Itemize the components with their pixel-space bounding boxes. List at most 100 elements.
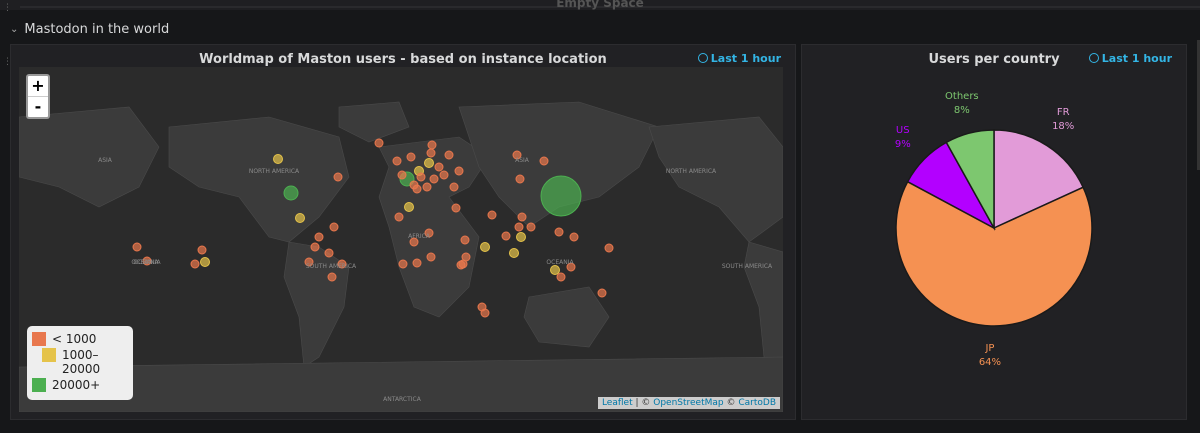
map-marker-orange: [422, 182, 432, 192]
map-marker-orange: [539, 156, 549, 166]
map-marker-yellow: [295, 213, 305, 223]
map-marker-orange: [327, 272, 337, 282]
map-marker-orange: [190, 259, 200, 269]
map-legend: < 1000 1000–20000 20000+: [27, 326, 133, 400]
map-marker-orange: [333, 172, 343, 182]
pie-label-others: Others 8%: [932, 90, 992, 118]
map-region-label: OCEANIA: [546, 259, 574, 266]
map-marker-orange: [604, 243, 614, 253]
map-marker-orange: [398, 259, 408, 269]
greenland-shape: [338, 101, 410, 143]
map-attribution: Leaflet | © OpenStreetMap © CartoDB: [597, 397, 780, 409]
map-marker-green: [540, 175, 582, 217]
map-marker-orange: [556, 272, 566, 282]
world-map[interactable]: ASIA NORTH AMERICA OCEANIA SOUTH AMERICA…: [19, 67, 783, 412]
drag-handle-icon[interactable]: ⋮: [3, 4, 12, 13]
map-marker-orange: [427, 140, 437, 150]
openstreetmap-link[interactable]: OpenStreetMap: [653, 398, 723, 408]
legend-label: 20000+: [52, 378, 101, 392]
north-america-right-shape: [648, 116, 783, 243]
north-america-left-shape: [168, 116, 350, 243]
pie-label-name: US: [895, 125, 910, 137]
map-region-label: NORTH AMERICA: [666, 168, 717, 175]
map-marker-yellow: [550, 265, 560, 275]
map-region-label: NORTH AMERICA: [249, 168, 300, 175]
map-marker-orange: [406, 152, 416, 162]
map-marker-orange: [597, 288, 607, 298]
leaflet-link[interactable]: Leaflet: [602, 398, 633, 408]
australia-shape: [523, 286, 610, 348]
map-marker-yellow: [200, 257, 210, 267]
map-marker-orange: [324, 248, 334, 258]
map-marker-orange: [569, 232, 579, 242]
map-marker-orange: [412, 184, 422, 194]
legend-item: 1000–20000: [32, 348, 128, 376]
map-marker-orange: [310, 242, 320, 252]
map-marker-orange: [397, 170, 407, 180]
legend-swatch-green: [32, 378, 46, 392]
pie-label-name: FR: [1056, 107, 1070, 119]
map-marker-orange: [456, 260, 466, 270]
row-title: Mastodon in the world: [24, 22, 170, 37]
zoom-out-button[interactable]: -: [28, 96, 48, 117]
map-marker-orange: [515, 174, 525, 184]
map-marker-yellow: [273, 154, 283, 164]
zoom-control: + -: [26, 74, 50, 119]
row-header[interactable]: ⌄ Mastodon in the world: [10, 22, 169, 37]
map-marker-yellow: [480, 242, 490, 252]
map-marker-yellow: [404, 202, 414, 212]
south-america-right-shape: [743, 241, 783, 368]
drag-handle-icon[interactable]: ⋮: [3, 58, 12, 67]
map-region-label: ANTARCTICA: [383, 396, 422, 403]
time-range-badge[interactable]: Last 1 hour: [697, 52, 781, 65]
legend-swatch-yellow: [42, 348, 56, 362]
map-marker-yellow: [509, 248, 519, 258]
map-marker-orange: [412, 258, 422, 268]
clock-icon: [697, 53, 708, 63]
panel-title[interactable]: Worldmap of Maston users - based on inst…: [11, 52, 795, 67]
map-region-label: ASIA: [98, 157, 113, 164]
pie-label-fr: FR 18%: [1033, 106, 1093, 134]
map-marker-orange: [392, 156, 402, 166]
pie-label-value: 9%: [894, 139, 911, 151]
map-marker-orange: [429, 174, 439, 184]
map-region-label: OCEANIA: [133, 259, 161, 266]
map-marker-orange: [517, 212, 527, 222]
legend-item: 20000+: [32, 378, 128, 392]
map-region-label: SOUTH AMERICA: [722, 263, 773, 270]
users-per-country-panel: Users per country Last 1 hour FR 18% JP 64%…: [801, 44, 1187, 420]
worldmap-panel: Worldmap of Maston users - based on inst…: [10, 44, 796, 420]
map-marker-yellow: [516, 232, 526, 242]
map-marker-orange: [314, 232, 324, 242]
map-marker-orange: [449, 182, 459, 192]
map-marker-orange: [460, 235, 470, 245]
map-marker-orange: [514, 222, 524, 232]
pie-label-value: 18%: [1052, 121, 1075, 133]
map-marker-orange: [197, 245, 207, 255]
pie-label-us: US 9%: [873, 124, 933, 152]
map-marker-orange: [439, 170, 449, 180]
pie-label-value: 8%: [953, 105, 970, 117]
zoom-in-button[interactable]: +: [28, 76, 48, 96]
pie-label-value: 64%: [978, 356, 1002, 368]
map-marker-orange: [454, 166, 464, 176]
map-region-label: AFRICA: [408, 233, 431, 240]
legend-item: < 1000: [32, 332, 128, 346]
chevron-down-icon[interactable]: ⌄: [10, 24, 18, 35]
map-marker-orange: [132, 242, 142, 252]
map-marker-orange: [329, 222, 339, 232]
pie-label-name: Others: [945, 91, 979, 103]
map-marker-orange: [526, 222, 536, 232]
map-marker-orange: [501, 231, 511, 241]
pie-label-name: JP: [985, 342, 995, 354]
asia-left-shape: [19, 106, 160, 208]
legend-label: < 1000: [52, 332, 97, 346]
drag-handle-icon[interactable]: ⋮: [1193, 58, 1200, 67]
empty-space-panel-title: Empty Space: [556, 0, 644, 10]
map-region-label: ASIA: [515, 157, 530, 164]
map-marker-orange: [426, 252, 436, 262]
map-region-label: SOUTH AMERICA: [306, 263, 357, 270]
cartodb-link[interactable]: CartoDB: [738, 398, 776, 408]
map-marker-orange: [434, 162, 444, 172]
legend-swatch-orange: [32, 332, 46, 346]
